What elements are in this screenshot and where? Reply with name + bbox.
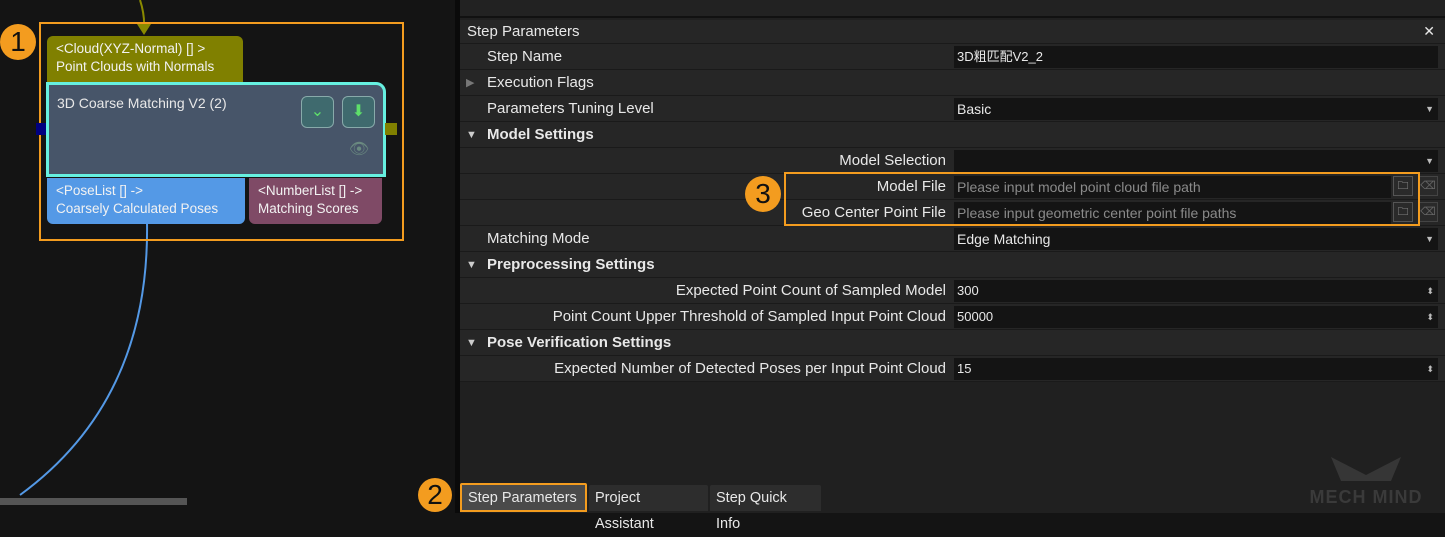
label: Matching Mode bbox=[487, 230, 590, 247]
control-port-left[interactable] bbox=[36, 123, 46, 135]
tab-project-assistant[interactable]: Project Assistant bbox=[589, 485, 708, 532]
section-pose-verification[interactable]: ▼ Pose Verification Settings bbox=[460, 330, 1445, 356]
label: Execution Flags bbox=[487, 74, 594, 91]
row-tuning-level: Parameters Tuning Level Basic ▼ bbox=[460, 96, 1445, 122]
output-port-poses[interactable]: <PoseList [] -> Coarsely Calculated Pose… bbox=[47, 178, 245, 224]
debug-output-icon[interactable]: ⬇ bbox=[342, 96, 375, 128]
input-port-point-clouds[interactable]: <Cloud(XYZ-Normal) [] > Point Clouds wit… bbox=[47, 36, 243, 82]
clear-icon[interactable]: ⌫ bbox=[1418, 176, 1438, 196]
port-type: <Cloud(XYZ-Normal) [] > bbox=[56, 41, 206, 56]
spin-arrows-icon[interactable]: ⬍ bbox=[1426, 306, 1434, 328]
label: Expected Point Count of Sampled Model bbox=[675, 282, 946, 299]
row-expected-point-count: Expected Point Count of Sampled Model 30… bbox=[460, 278, 1445, 304]
tuning-level-select[interactable]: Basic ▼ bbox=[954, 98, 1438, 120]
step-name-input[interactable]: 3D粗匹配V2_2 bbox=[954, 46, 1438, 68]
spin-arrows-icon[interactable]: ⬍ bbox=[1426, 280, 1434, 302]
label: Point Count Upper Threshold of Sampled I… bbox=[552, 308, 946, 325]
dropdown-arrow-icon: ▼ bbox=[1425, 104, 1434, 114]
label: Parameters Tuning Level bbox=[487, 100, 654, 117]
output-port-scores[interactable]: <NumberList [] -> Matching Scores bbox=[249, 178, 382, 224]
control-port-right[interactable] bbox=[385, 123, 397, 135]
expected-poses-spinbox[interactable]: 15 ⬍ bbox=[954, 358, 1438, 380]
horizontal-scrollbar[interactable] bbox=[0, 498, 187, 505]
section-title: Pose Verification Settings bbox=[487, 334, 672, 351]
section-preprocessing[interactable]: ▼ Preprocessing Settings bbox=[460, 252, 1445, 278]
port-name: Point Clouds with Normals bbox=[56, 59, 215, 74]
row-upper-threshold: Point Count Upper Threshold of Sampled I… bbox=[460, 304, 1445, 330]
collapse-icon[interactable]: ⌄ bbox=[301, 96, 334, 128]
row-model-selection: Model Selection ▼ bbox=[460, 148, 1445, 174]
file-inputs-highlight bbox=[784, 172, 1420, 226]
panel-title: Step Parameters bbox=[467, 23, 580, 40]
tab-step-quick-info[interactable]: Step Quick Info bbox=[710, 485, 821, 532]
callout-badge-1: 1 bbox=[0, 24, 36, 60]
mech-mind-logo: MECH MIND bbox=[1296, 455, 1436, 507]
panel-top-bar bbox=[460, 0, 1445, 18]
section-model-settings[interactable]: ▼ Model Settings bbox=[460, 122, 1445, 148]
label: Step Name bbox=[487, 48, 563, 65]
row-matching-mode: Matching Mode Edge Matching ▼ bbox=[460, 226, 1445, 252]
value: 300 bbox=[957, 283, 979, 298]
graph-canvas[interactable]: 1 <Cloud(XYZ-Normal) [] > Point Clouds w… bbox=[0, 0, 455, 513]
row-step-name: Step Name 3D粗匹配V2_2 bbox=[460, 44, 1445, 70]
section-title: Model Settings bbox=[487, 126, 594, 143]
step-title: 3D Coarse Matching V2 (2) bbox=[57, 95, 227, 111]
value: 50000 bbox=[957, 309, 994, 324]
visualize-eye-icon[interactable]: 👁 bbox=[345, 139, 373, 167]
callout-badge-2: 2 bbox=[418, 478, 452, 512]
port-name: Matching Scores bbox=[258, 201, 359, 216]
callout-badge-3: 3 bbox=[745, 176, 781, 212]
logo-mark bbox=[1331, 457, 1401, 481]
collapse-arrow-icon[interactable]: ▼ bbox=[466, 330, 477, 356]
value: Edge Matching bbox=[957, 231, 1051, 247]
tab-step-parameters[interactable]: Step Parameters bbox=[460, 483, 587, 512]
matching-mode-select[interactable]: Edge Matching ▼ bbox=[954, 228, 1438, 250]
dropdown-arrow-icon: ▼ bbox=[1425, 234, 1434, 244]
section-title: Preprocessing Settings bbox=[487, 256, 655, 273]
expected-point-count-spinbox[interactable]: 300 ⬍ bbox=[954, 280, 1438, 302]
row-execution-flags[interactable]: ▶ Execution Flags bbox=[460, 70, 1445, 96]
model-selection-select[interactable]: ▼ bbox=[954, 150, 1438, 172]
collapse-arrow-icon[interactable]: ▼ bbox=[466, 122, 477, 148]
dropdown-arrow-icon: ▼ bbox=[1425, 156, 1434, 166]
spin-arrows-icon[interactable]: ⬍ bbox=[1426, 358, 1434, 380]
port-name: Coarsely Calculated Poses bbox=[56, 201, 219, 216]
close-icon[interactable]: ✕ bbox=[1423, 23, 1435, 40]
port-type: <PoseList [] -> bbox=[56, 183, 144, 198]
collapse-arrow-icon[interactable]: ▼ bbox=[466, 252, 477, 278]
port-type: <NumberList [] -> bbox=[258, 183, 363, 198]
clear-icon[interactable]: ⌫ bbox=[1418, 202, 1438, 222]
value: 15 bbox=[957, 361, 972, 376]
label: Model Selection bbox=[839, 152, 946, 169]
row-expected-poses: Expected Number of Detected Poses per In… bbox=[460, 356, 1445, 382]
expand-arrow-icon[interactable]: ▶ bbox=[466, 70, 474, 96]
label: Expected Number of Detected Poses per In… bbox=[554, 360, 946, 377]
value: Basic bbox=[957, 101, 992, 117]
step-node[interactable]: 3D Coarse Matching V2 (2) ⌄ ⬇ 👁 bbox=[46, 82, 386, 177]
upper-threshold-spinbox[interactable]: 50000 ⬍ bbox=[954, 306, 1438, 328]
step-parameters-header: Step Parameters ✕ bbox=[460, 20, 1445, 44]
